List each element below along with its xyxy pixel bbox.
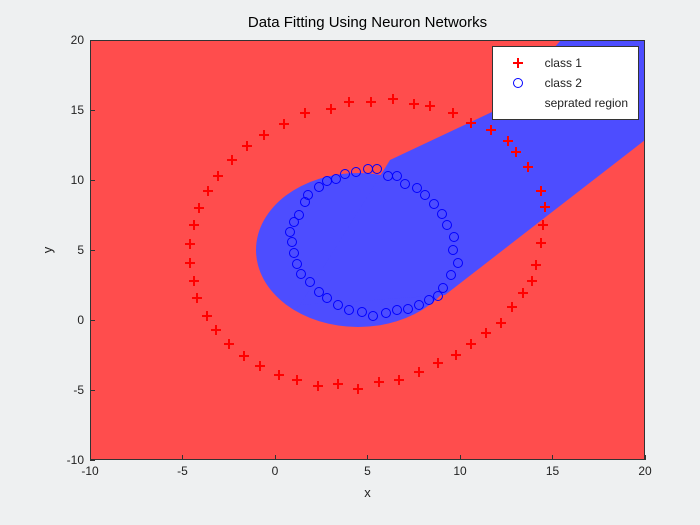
- y-tick: [90, 250, 95, 251]
- x-tick-label: 0: [272, 464, 279, 478]
- x-tick-label: -5: [177, 464, 188, 478]
- axes[interactable]: class 1 class 2 seprated region: [90, 40, 645, 460]
- legend-label: class 2: [545, 76, 582, 90]
- x-tick-label: 15: [546, 464, 559, 478]
- legend-label: seprated region: [545, 96, 628, 110]
- x-tick: [275, 455, 276, 460]
- y-tick: [90, 460, 95, 461]
- y-tick-label: 15: [71, 103, 84, 117]
- x-tick: [182, 455, 183, 460]
- x-tick-label: 10: [453, 464, 466, 478]
- legend[interactable]: class 1 class 2 seprated region: [492, 46, 639, 120]
- chart-title: Data Fitting Using Neuron Networks: [90, 14, 645, 31]
- legend-entry-region: seprated region: [501, 93, 628, 113]
- x-tick: [645, 455, 646, 460]
- y-tick-label: -5: [73, 383, 84, 397]
- x-axis-label: x: [90, 485, 645, 500]
- y-tick: [90, 390, 95, 391]
- x-tick-label: 5: [364, 464, 371, 478]
- y-tick-label: 0: [77, 313, 84, 327]
- plus-icon: [513, 58, 523, 68]
- x-tick: [460, 455, 461, 460]
- y-tick-label: -10: [67, 453, 84, 467]
- y-tick: [90, 320, 95, 321]
- y-tick: [90, 110, 95, 111]
- region-icon: [501, 94, 535, 112]
- y-tick: [90, 180, 95, 181]
- x-tick-label: 20: [638, 464, 651, 478]
- figure-window: Data Fitting Using Neuron Networks x y c…: [0, 0, 700, 525]
- y-tick-label: 5: [77, 243, 84, 257]
- plot-area: class 1 class 2 seprated region: [90, 40, 645, 460]
- y-tick-label: 20: [71, 33, 84, 47]
- legend-label: class 1: [545, 56, 582, 70]
- y-tick-label: 10: [71, 173, 84, 187]
- y-tick: [90, 40, 95, 41]
- legend-entry-class1: class 1: [501, 53, 628, 73]
- legend-entry-class2: class 2: [501, 73, 628, 93]
- y-axis-label: y: [40, 40, 60, 460]
- circle-icon: [513, 78, 523, 88]
- x-tick: [367, 455, 368, 460]
- x-tick: [552, 455, 553, 460]
